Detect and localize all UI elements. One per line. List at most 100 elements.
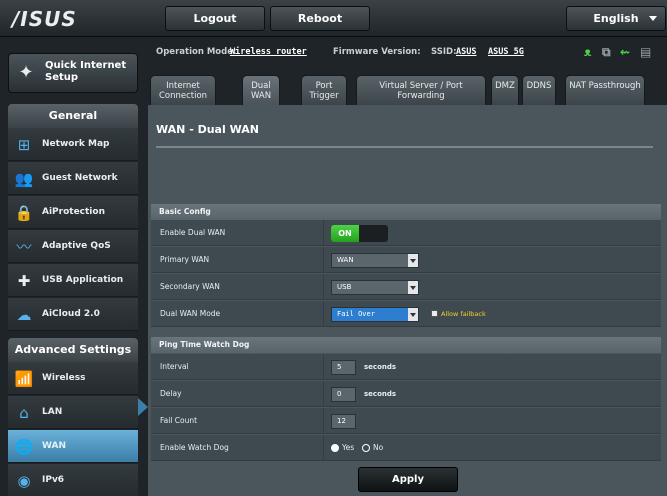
language-dropdown[interactable]: English: [566, 6, 666, 31]
globe-icon: 🌐: [14, 438, 34, 456]
basic-config-heading: Basic Config: [151, 204, 661, 220]
primary-wan-row: Primary WAN WAN: [151, 247, 661, 273]
column-divider: [323, 274, 324, 300]
primary-wan-select[interactable]: WAN: [331, 253, 419, 268]
title-divider: [156, 146, 653, 148]
dual-wan-mode-select[interactable]: Fail Over: [331, 307, 419, 322]
delay-row: Delay 0 seconds: [151, 381, 661, 407]
asus-logo: /ISUS: [12, 7, 77, 31]
reboot-button[interactable]: Reboot: [270, 6, 370, 31]
column-divider: [323, 354, 324, 380]
quick-internet-setup-label: Quick Internet Setup: [45, 60, 127, 83]
quick-internet-setup-button[interactable]: ✦ Quick Internet Setup: [8, 53, 138, 93]
secondary-wan-row: Secondary WAN USB: [151, 274, 661, 300]
column-divider: [323, 381, 324, 407]
operation-mode-link[interactable]: Wireless router: [230, 47, 307, 57]
user-status-icon[interactable]: ᴥ: [584, 45, 591, 59]
firmware-version-label: Firmware Version:: [333, 47, 421, 57]
usb-status-icon[interactable]: ⇜: [620, 45, 630, 59]
watch-dog-yes-radio[interactable]: [331, 444, 339, 452]
chevron-down-icon: [408, 281, 418, 294]
printer-status-icon[interactable]: ▤: [640, 45, 651, 59]
logout-button[interactable]: Logout: [165, 6, 265, 31]
interval-row: Interval 5 seconds: [151, 354, 661, 380]
delay-input[interactable]: 0: [331, 387, 356, 402]
enable-watch-dog-label: Enable Watch Dog: [160, 443, 229, 452]
tab-virtual-server[interactable]: Virtual Server / Port Forwarding: [356, 75, 486, 105]
sidebar-item-wan[interactable]: 🌐 WAN: [8, 430, 138, 463]
sidebar-item-label: Wireless: [42, 373, 86, 383]
sidebar-item-adaptive-qos[interactable]: 〰 Adaptive QoS: [8, 230, 138, 263]
ssid-label: SSID:: [431, 47, 457, 57]
ssid-link-2g[interactable]: ASUS: [456, 47, 476, 57]
delay-label: Delay: [160, 389, 182, 398]
link-status-icon[interactable]: ⧉: [602, 45, 611, 59]
sidebar-item-aicloud[interactable]: ☁ AiCloud 2.0: [8, 298, 138, 331]
sidebar-item-ipv6[interactable]: ◉ IPv6: [8, 464, 138, 496]
tab-internet-connection[interactable]: Internet Connection: [150, 75, 216, 105]
watch-dog-no-radio[interactable]: [362, 444, 370, 452]
watch-dog-yes-label[interactable]: Yes: [342, 435, 354, 461]
enable-dual-wan-toggle[interactable]: ON: [331, 225, 388, 242]
advanced-settings-heading: Advanced Settings: [8, 338, 138, 362]
column-divider: [323, 408, 324, 434]
tab-dmz[interactable]: DMZ: [491, 75, 519, 105]
wifi-icon: 📶: [14, 370, 34, 388]
allow-failback-checkbox[interactable]: [431, 310, 438, 317]
sidebar-item-label: AiProtection: [42, 207, 105, 217]
enable-dual-wan-label: Enable Dual WAN: [160, 228, 226, 237]
sidebar-item-label: USB Application: [42, 275, 124, 285]
delay-unit: seconds: [364, 390, 397, 398]
tab-nat-passthrough[interactable]: NAT Passthrough: [565, 75, 645, 105]
active-item-pointer: [138, 398, 148, 416]
apply-button[interactable]: Apply: [358, 467, 458, 492]
ssid-link-5g[interactable]: ASUS_5G: [488, 47, 524, 57]
sidebar-item-label: LAN: [42, 407, 63, 417]
interval-unit: seconds: [364, 363, 397, 371]
status-bar: Operation Mode: Wireless router Firmware…: [148, 37, 667, 67]
home-icon: ⌂: [19, 404, 29, 422]
top-bar: /ISUS Logout Reboot English: [0, 0, 667, 37]
guest-network-icon: 👥: [14, 170, 34, 188]
secondary-wan-select[interactable]: USB: [331, 280, 419, 295]
general-heading: General: [8, 104, 138, 128]
sidebar-item-guest-network[interactable]: 👥 Guest Network: [8, 162, 138, 195]
secondary-wan-label: Secondary WAN: [160, 282, 220, 291]
router-admin-page: /ISUS Logout Reboot English ✦ Quick Inte…: [0, 0, 667, 496]
dual-wan-mode-value: Fail Over: [337, 310, 375, 318]
sidebar-item-network-map[interactable]: ⊞ Network Map: [8, 128, 138, 161]
primary-wan-value: WAN: [337, 256, 354, 264]
sidebar-item-label: Adaptive QoS: [42, 241, 111, 251]
network-map-icon: ⊞: [17, 136, 31, 154]
interval-label: Interval: [160, 362, 189, 371]
sidebar-item-label: Guest Network: [42, 173, 118, 183]
allow-failback-label[interactable]: Allow failback: [441, 301, 486, 327]
chevron-down-icon: [408, 308, 418, 321]
column-divider: [323, 435, 324, 461]
fail-count-input[interactable]: 12: [331, 414, 356, 429]
sidebar-item-aiprotection[interactable]: 🔒 AiProtection: [8, 196, 138, 229]
secondary-wan-value: USB: [337, 283, 352, 291]
sidebar-item-wireless[interactable]: 📶 Wireless: [8, 362, 138, 395]
operation-mode-label: Operation Mode:: [156, 47, 237, 57]
column-divider: [323, 220, 324, 246]
tab-port-trigger[interactable]: Port Trigger: [301, 75, 347, 105]
interval-input[interactable]: 5: [331, 360, 356, 375]
enable-dual-wan-row: Enable Dual WAN ON: [151, 220, 661, 246]
sidebar-item-usb-application[interactable]: ✚ USB Application: [8, 264, 138, 297]
dual-wan-mode-label: Dual WAN Mode: [160, 309, 221, 318]
watch-dog-no-label[interactable]: No: [373, 435, 383, 461]
sidebar: ✦ Quick Internet Setup General ⊞ Network…: [0, 37, 148, 496]
main-content: WAN - Dual WAN Basic Config Enable Dual …: [148, 105, 667, 496]
chevron-down-icon: [408, 254, 418, 267]
page-title: WAN - Dual WAN: [156, 123, 259, 136]
sidebar-item-label: IPv6: [42, 475, 65, 485]
qos-icon: 〰: [16, 238, 32, 256]
tab-dual-wan[interactable]: Dual WAN: [242, 75, 280, 105]
sidebar-item-lan[interactable]: ⌂ LAN: [8, 396, 138, 429]
sidebar-item-label: WAN: [42, 441, 67, 451]
magic-wand-icon: ✦: [18, 62, 34, 83]
ipv6-icon: ◉: [17, 472, 31, 490]
tab-ddns[interactable]: DDNS: [522, 75, 556, 105]
fail-count-label: Fail Count: [160, 416, 198, 425]
